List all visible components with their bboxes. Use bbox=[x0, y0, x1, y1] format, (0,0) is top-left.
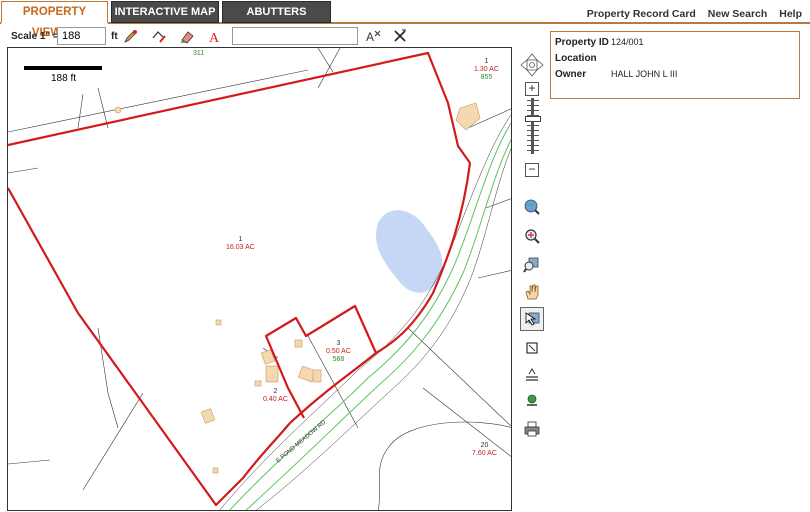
zoom-slider[interactable] bbox=[531, 98, 534, 154]
map-canvas[interactable]: 188 ft 311 1 1.30 AC 855 1 16.03 AC 3 0.… bbox=[7, 47, 512, 511]
property-record-card-link[interactable]: Property Record Card bbox=[587, 8, 696, 20]
magnify-icon[interactable] bbox=[520, 225, 544, 247]
select-icon[interactable] bbox=[520, 307, 544, 331]
scale-bar-label: 188 ft bbox=[51, 73, 77, 84]
printer-icon[interactable] bbox=[520, 418, 544, 440]
text-icon[interactable]: A bbox=[205, 27, 223, 45]
app-root: PROPERTY VIEWER INTERACTIVE MAP ABUTTERS… bbox=[0, 0, 810, 512]
scale-bar bbox=[24, 66, 102, 70]
new-search-link[interactable]: New Search bbox=[708, 8, 768, 20]
owner-label: Owner bbox=[555, 69, 587, 80]
zoom-slider-thumb[interactable] bbox=[525, 116, 541, 122]
svg-text:A: A bbox=[366, 30, 374, 44]
property-id-value: 124/001 bbox=[611, 37, 644, 47]
parcel-label: 2 0.40 AC bbox=[263, 388, 288, 403]
navigation-toolbar: + − bbox=[516, 50, 548, 450]
top-links: Property Record Card New Search Help bbox=[578, 8, 802, 20]
tab-bar: PROPERTY VIEWER INTERACTIVE MAP ABUTTERS… bbox=[0, 0, 810, 39]
pencil-icon[interactable] bbox=[122, 27, 140, 45]
zoom-out-icon[interactable]: − bbox=[525, 163, 539, 177]
svg-text:A: A bbox=[209, 31, 220, 44]
pan-arrows-icon[interactable] bbox=[520, 52, 544, 78]
marker-icon[interactable] bbox=[520, 390, 544, 412]
property-id-label: Property ID bbox=[555, 37, 609, 48]
parcel-label: 1 1.30 AC 855 bbox=[474, 58, 499, 81]
tab-abutters[interactable]: ABUTTERS bbox=[222, 1, 331, 23]
owner-value: HALL JOHN L III bbox=[611, 69, 678, 79]
parcel-map-svg bbox=[8, 48, 511, 510]
help-link[interactable]: Help bbox=[779, 8, 802, 20]
parcel-label: 1 16.03 AC bbox=[226, 236, 255, 251]
print-setup-icon[interactable] bbox=[520, 363, 544, 385]
eraser-icon[interactable] bbox=[178, 27, 196, 45]
property-info-panel: Property ID 124/001 Location Owner HALL … bbox=[550, 31, 800, 99]
scale-label: Scale 1" = bbox=[11, 31, 59, 42]
tab-property-viewer[interactable]: PROPERTY VIEWER bbox=[1, 1, 108, 39]
map-search-input[interactable] bbox=[232, 27, 358, 45]
parcel-code-top: 311 bbox=[193, 50, 205, 57]
identify-icon[interactable] bbox=[520, 337, 544, 359]
scale-unit: ft bbox=[111, 31, 118, 42]
hand-pan-icon[interactable] bbox=[520, 281, 544, 303]
clear-icon[interactable] bbox=[391, 27, 409, 45]
label-tool-icon[interactable]: A bbox=[364, 27, 382, 45]
parcel-label: 20 7.60 AC bbox=[472, 442, 497, 457]
zoom-in-icon[interactable]: + bbox=[525, 82, 539, 96]
scale-input[interactable] bbox=[57, 27, 106, 45]
parcel-label: 3 0.50 AC 568 bbox=[326, 340, 351, 363]
tab-interactive-map[interactable]: INTERACTIVE MAP bbox=[111, 1, 219, 23]
map-toolbar: Scale 1" = ft A A bbox=[0, 25, 540, 47]
zoom-extent-icon[interactable] bbox=[520, 253, 544, 275]
globe-zoom-icon[interactable] bbox=[520, 196, 544, 218]
location-label: Location bbox=[555, 53, 597, 64]
measure-icon[interactable] bbox=[150, 27, 168, 45]
